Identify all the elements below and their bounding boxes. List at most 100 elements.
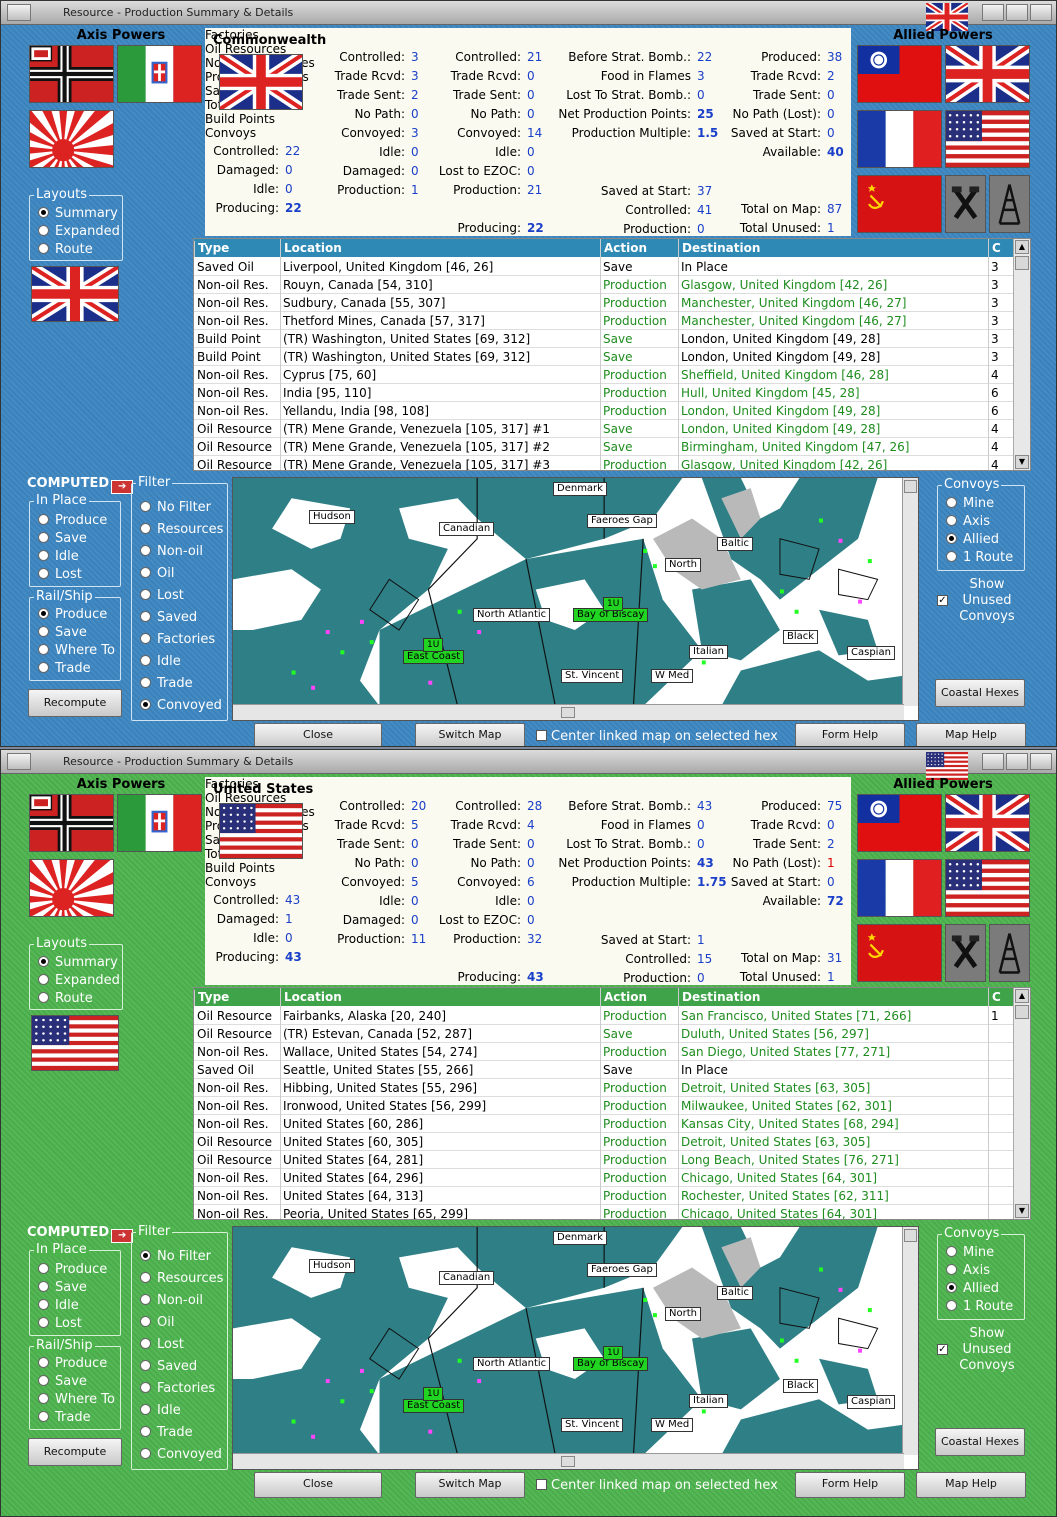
layouts-option-expanded[interactable]: Expanded bbox=[38, 973, 120, 988]
filter-option-oil[interactable]: Oil bbox=[140, 1315, 174, 1330]
layouts-option-route[interactable]: Route bbox=[38, 242, 93, 257]
ussr-flag-icon[interactable] bbox=[857, 924, 942, 982]
radio-button-icon[interactable] bbox=[140, 1338, 151, 1349]
map-label-north-atlantic[interactable]: North Atlantic bbox=[473, 1357, 551, 1371]
map-label-north-atlantic[interactable]: North Atlantic bbox=[473, 608, 551, 622]
scroll-thumb[interactable] bbox=[1015, 1005, 1029, 1019]
convoys-filter-option-axis[interactable]: Axis bbox=[946, 514, 990, 529]
country-flag-icon[interactable] bbox=[219, 803, 303, 859]
radio-button-icon[interactable] bbox=[38, 1357, 49, 1368]
radio-button-icon[interactable] bbox=[38, 243, 49, 254]
map-vertical-scrollbar[interactable] bbox=[902, 478, 918, 706]
map-label-st-vincent[interactable]: St. Vincent bbox=[561, 1418, 624, 1432]
column-header-location[interactable]: Location bbox=[280, 990, 600, 1006]
column-header-destination[interactable]: Destination bbox=[678, 241, 988, 257]
radio-button-icon[interactable] bbox=[946, 1246, 957, 1257]
radio-button-icon[interactable] bbox=[946, 1300, 957, 1311]
close-button[interactable]: Close bbox=[254, 1472, 382, 1498]
convoys-filter-option-mine[interactable]: Mine bbox=[946, 496, 994, 511]
radio-button-icon[interactable] bbox=[946, 515, 957, 526]
radio-button-icon[interactable] bbox=[140, 1272, 151, 1283]
switch-map-button[interactable]: Switch Map bbox=[415, 723, 525, 746]
maximize-button[interactable] bbox=[1006, 753, 1028, 770]
radio-button-icon[interactable] bbox=[38, 974, 49, 985]
filter-option-saved[interactable]: Saved bbox=[140, 1359, 197, 1374]
ussr-flag-icon[interactable] bbox=[857, 175, 942, 233]
map-label-black[interactable]: Black bbox=[783, 630, 819, 644]
map-label-canadian[interactable]: Canadian bbox=[439, 1271, 495, 1285]
radio-button-icon[interactable] bbox=[140, 1294, 151, 1305]
filter-option-non-oil[interactable]: Non-oil bbox=[140, 544, 203, 559]
show-unused-convoys-checkbox[interactable]: ✓ Show Unused Convoys bbox=[937, 577, 1025, 625]
title-bar[interactable]: Resource - Production Summary & Details bbox=[1, 1, 1056, 34]
uk-flag-icon[interactable] bbox=[945, 45, 1030, 103]
radio-button-icon[interactable] bbox=[38, 514, 49, 525]
radio-button-icon[interactable] bbox=[38, 992, 49, 1003]
radio-button-icon[interactable] bbox=[140, 1360, 151, 1371]
tools-icon[interactable] bbox=[945, 175, 986, 233]
convoys-filter-option-1-route[interactable]: 1 Route bbox=[946, 1299, 1013, 1314]
map-vertical-scrollbar[interactable] bbox=[902, 1227, 918, 1455]
convoys-filter-option-1-route[interactable]: 1 Route bbox=[946, 550, 1013, 565]
in-place-option-save[interactable]: Save bbox=[38, 531, 87, 546]
map-label-baltic[interactable]: Baltic bbox=[717, 1286, 753, 1300]
map-label-east-coast[interactable]: East Coast bbox=[403, 650, 465, 664]
convoys-filter-option-axis[interactable]: Axis bbox=[946, 1263, 990, 1278]
map-unit-tag[interactable]: 1U bbox=[423, 1387, 444, 1401]
checkbox-unchecked-icon[interactable] bbox=[536, 1479, 547, 1490]
radio-button-icon[interactable] bbox=[140, 589, 151, 600]
maximize-button[interactable] bbox=[1006, 4, 1028, 21]
radio-button-icon[interactable] bbox=[38, 225, 49, 236]
radio-button-icon[interactable] bbox=[946, 1282, 957, 1293]
resource-table[interactable]: Type Location Action Destination C Saved Oil L… bbox=[193, 238, 1031, 471]
switch-map-button[interactable]: Switch Map bbox=[415, 1472, 525, 1498]
map-unit-tag[interactable]: 1U bbox=[423, 638, 444, 652]
radio-button-icon[interactable] bbox=[38, 1281, 49, 1292]
map-help-button[interactable]: Map Help bbox=[916, 1472, 1026, 1498]
recompute-button[interactable]: Recompute bbox=[28, 689, 122, 717]
scroll-up-icon[interactable]: ▲ bbox=[1015, 989, 1029, 1003]
table-scrollbar[interactable]: ▲ ▼ bbox=[1013, 988, 1030, 1219]
scroll-down-icon[interactable]: ▼ bbox=[1015, 455, 1029, 469]
table-row[interactable]: Oil Resource (TR) Estevan, Canada [52, 28… bbox=[194, 1025, 1014, 1043]
table-row[interactable]: Oil Resource United States [60, 305] Produ… bbox=[194, 1133, 1014, 1151]
form-help-button[interactable]: Form Help bbox=[795, 1472, 905, 1498]
checkbox-checked-icon[interactable]: ✓ bbox=[937, 595, 948, 606]
map-label-italian[interactable]: Italian bbox=[689, 645, 729, 659]
table-row[interactable]: Non-oil Res. Thetford Mines, Canada [57, … bbox=[194, 312, 1014, 330]
radio-button-icon[interactable] bbox=[38, 608, 49, 619]
usa-flag-icon[interactable] bbox=[945, 859, 1030, 917]
rail-ship-option-where-to[interactable]: Where To bbox=[38, 1392, 115, 1407]
arrow-right-icon[interactable]: ➔ bbox=[111, 480, 134, 494]
radio-button-icon[interactable] bbox=[38, 1299, 49, 1310]
filter-option-no-filter[interactable]: No Filter bbox=[140, 500, 211, 515]
radio-button-icon[interactable] bbox=[38, 1411, 49, 1422]
map-scroll-up-icon[interactable] bbox=[904, 1229, 917, 1242]
radio-button-icon[interactable] bbox=[140, 633, 151, 644]
table-row[interactable]: Oil Resource United States [64, 281] Produ… bbox=[194, 1151, 1014, 1169]
table-row[interactable]: Non-oil Res. Sudbury, Canada [55, 307] Pro… bbox=[194, 294, 1014, 312]
table-row[interactable]: Build Point (TR) Washington, United State… bbox=[194, 330, 1014, 348]
filter-option-resources[interactable]: Resources bbox=[140, 1271, 223, 1286]
map-help-button[interactable]: Map Help bbox=[916, 723, 1026, 746]
window-menu-button[interactable] bbox=[7, 753, 31, 770]
convoys-filter-option-allied[interactable]: Allied bbox=[946, 1281, 999, 1296]
filter-option-factories[interactable]: Factories bbox=[140, 632, 215, 647]
map-label-baltic[interactable]: Baltic bbox=[717, 537, 753, 551]
table-scrollbar[interactable]: ▲ ▼ bbox=[1013, 239, 1030, 470]
close-button[interactable]: Close bbox=[254, 723, 382, 746]
radio-button-icon[interactable] bbox=[38, 568, 49, 579]
show-unused-convoys-checkbox[interactable]: ✓ Show Unused Convoys bbox=[937, 1326, 1025, 1374]
rail-ship-option-where-to[interactable]: Where To bbox=[38, 643, 115, 658]
germany-flag-icon[interactable] bbox=[29, 45, 114, 103]
oil-derrick-icon[interactable] bbox=[989, 924, 1030, 982]
recompute-button[interactable]: Recompute bbox=[28, 1438, 122, 1466]
radio-button-icon[interactable] bbox=[140, 567, 151, 578]
center-linked-map-checkbox[interactable]: Center linked map on selected hex bbox=[536, 729, 778, 744]
table-row[interactable]: Non-oil Res. Rouyn, Canada [54, 310] Produ… bbox=[194, 276, 1014, 294]
map-scroll-thumb[interactable] bbox=[561, 707, 575, 718]
radio-button-icon[interactable] bbox=[140, 1448, 151, 1459]
map-label-w-med[interactable]: W Med bbox=[651, 669, 694, 683]
radio-button-icon[interactable] bbox=[140, 1404, 151, 1415]
map-label-faeroes-gap[interactable]: Faeroes Gap bbox=[587, 1263, 657, 1277]
